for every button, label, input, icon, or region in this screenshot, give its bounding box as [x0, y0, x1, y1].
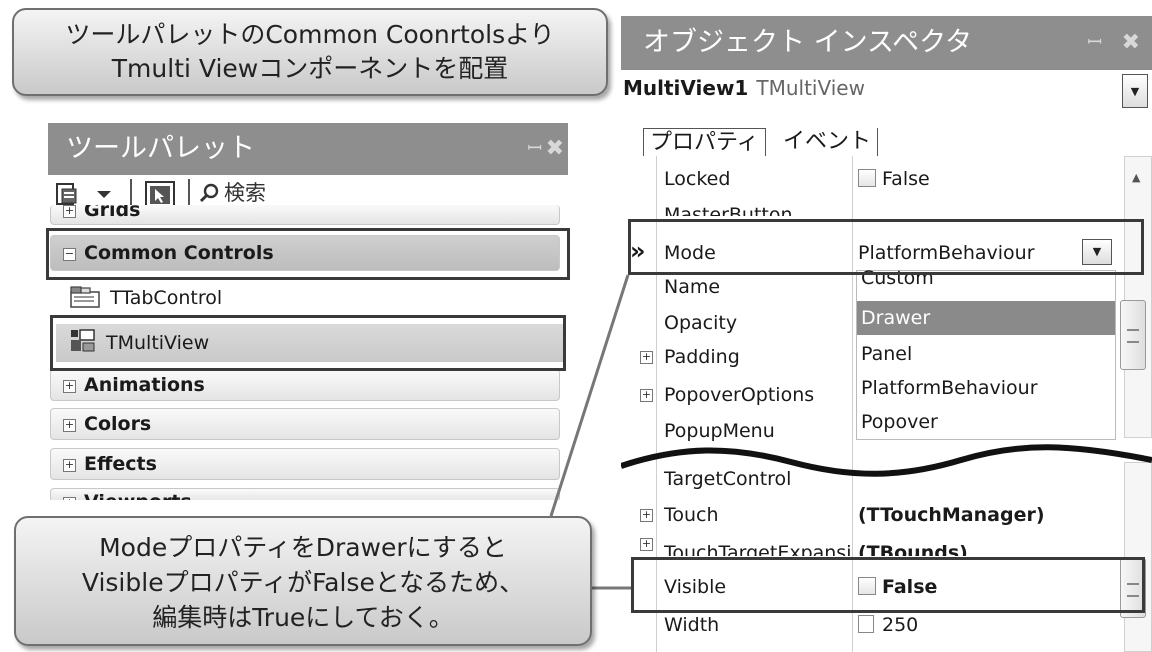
callout-text: ModeプロパティをDrawerにすると — [99, 533, 507, 562]
bottom-callout: ModeプロパティをDrawerにすると VisibleプロパティがFalseと… — [14, 516, 592, 646]
callout-text: VisibleプロパティがFalseとなるため、 — [81, 568, 525, 597]
callout-text: 編集時はTrueにしておく。 — [152, 603, 454, 632]
connector-line — [549, 274, 630, 517]
